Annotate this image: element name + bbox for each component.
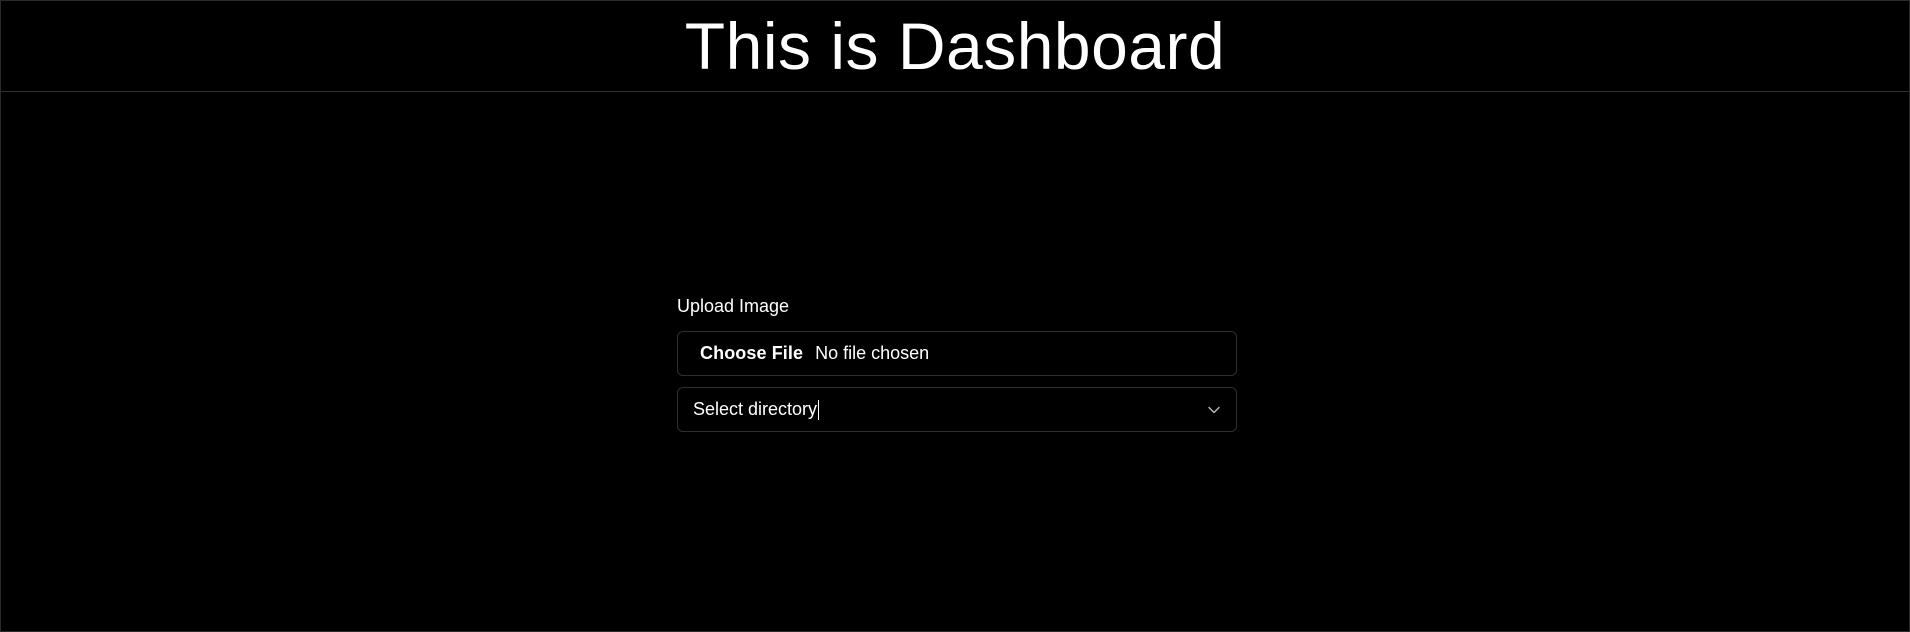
file-status-text: No file chosen xyxy=(815,343,930,363)
directory-select-text: Select directory xyxy=(693,399,818,419)
page-title: This is Dashboard xyxy=(684,9,1226,83)
upload-form: Upload Image Choose File No file chosen … xyxy=(677,295,1237,432)
chevron-down-icon[interactable] xyxy=(1206,402,1222,418)
app-window: This is Dashboard Upload Image Choose Fi… xyxy=(0,0,1910,632)
directory-select-value: Select directory xyxy=(693,399,820,420)
page-header: This is Dashboard xyxy=(1,1,1909,92)
upload-image-label: Upload Image xyxy=(677,296,790,316)
text-cursor xyxy=(818,399,820,420)
file-input[interactable]: Choose File No file chosen xyxy=(677,331,1237,376)
choose-file-button[interactable]: Choose File xyxy=(700,343,803,364)
directory-select[interactable]: Select directory xyxy=(677,387,1237,432)
